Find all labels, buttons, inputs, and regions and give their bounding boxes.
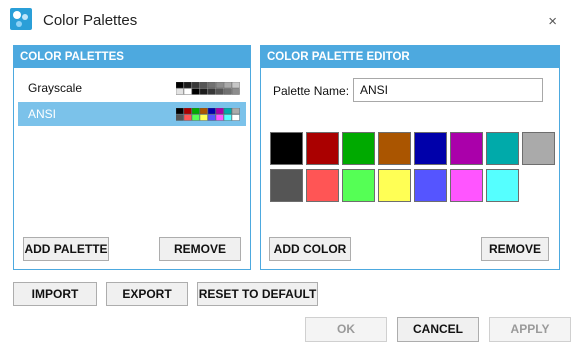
color-swatch[interactable] bbox=[486, 169, 519, 202]
palette-swatch bbox=[176, 82, 184, 89]
color-palettes-header: COLOR PALETTES bbox=[14, 46, 250, 68]
palette-swatch bbox=[199, 88, 208, 95]
cancel-button[interactable]: CANCEL bbox=[397, 317, 479, 342]
palette-swatch bbox=[191, 108, 200, 115]
color-swatch[interactable] bbox=[378, 169, 411, 202]
color-swatch[interactable] bbox=[450, 132, 483, 165]
add-color-button[interactable]: ADD COLOR bbox=[269, 237, 351, 261]
palette-swatch bbox=[199, 114, 208, 121]
import-button[interactable]: IMPORT bbox=[13, 282, 97, 306]
palette-swatch bbox=[207, 88, 216, 95]
color-swatch[interactable] bbox=[450, 169, 483, 202]
color-swatch[interactable] bbox=[486, 132, 519, 165]
palette-swatch bbox=[215, 82, 224, 89]
palette-swatch bbox=[207, 108, 216, 115]
title-bar: Color Palettes × bbox=[0, 0, 573, 40]
palette-swatch bbox=[183, 88, 192, 95]
palette-swatch bbox=[207, 82, 216, 89]
palette-swatch bbox=[231, 88, 240, 95]
export-button[interactable]: EXPORT bbox=[106, 282, 188, 306]
palette-swatch bbox=[199, 108, 208, 115]
palette-swatch bbox=[215, 114, 224, 121]
color-swatch[interactable] bbox=[414, 132, 447, 165]
remove-color-button[interactable]: REMOVE bbox=[481, 237, 549, 261]
color-swatch[interactable] bbox=[522, 132, 555, 165]
remove-palette-button[interactable]: REMOVE bbox=[159, 237, 241, 261]
palette-swatch bbox=[207, 114, 216, 121]
palette-swatch bbox=[176, 114, 184, 121]
palette-item-label: ANSI bbox=[28, 107, 57, 121]
palette-swatch-preview bbox=[176, 108, 240, 121]
palette-name-label: Palette Name: bbox=[273, 84, 350, 98]
palette-swatch bbox=[176, 88, 184, 95]
color-palette-editor-panel: COLOR PALETTE EDITOR Palette Name: ANSI … bbox=[260, 45, 560, 270]
palette-swatch bbox=[215, 88, 224, 95]
apply-button[interactable]: APPLY bbox=[489, 317, 571, 342]
palette-swatch bbox=[231, 108, 240, 115]
palette-swatch bbox=[183, 108, 192, 115]
palette-swatch bbox=[199, 82, 208, 89]
add-palette-button[interactable]: ADD PALETTE bbox=[23, 237, 109, 261]
palette-swatch bbox=[231, 114, 240, 121]
color-swatch[interactable] bbox=[270, 169, 303, 202]
color-swatch[interactable] bbox=[414, 169, 447, 202]
color-swatch[interactable] bbox=[342, 169, 375, 202]
color-swatch[interactable] bbox=[306, 169, 339, 202]
palette-swatch bbox=[223, 82, 232, 89]
palette-swatch bbox=[191, 88, 200, 95]
palette-swatch bbox=[231, 82, 240, 89]
palette-app-icon bbox=[10, 8, 32, 30]
color-palette-editor-header: COLOR PALETTE EDITOR bbox=[261, 46, 559, 68]
palette-swatch bbox=[191, 82, 200, 89]
palette-swatch bbox=[176, 108, 184, 115]
palette-swatch bbox=[223, 114, 232, 121]
palette-list-item[interactable]: Grayscale bbox=[18, 76, 246, 100]
palette-swatch bbox=[183, 82, 192, 89]
ok-button[interactable]: OK bbox=[305, 317, 387, 342]
palette-item-label: Grayscale bbox=[28, 81, 83, 95]
palette-swatch bbox=[191, 114, 200, 121]
color-swatch[interactable] bbox=[270, 132, 303, 165]
palette-list-item[interactable]: ANSI bbox=[18, 102, 246, 126]
palette-swatch-preview bbox=[176, 82, 240, 95]
close-icon[interactable]: × bbox=[548, 13, 557, 30]
palette-list: Grayscale ANSI bbox=[14, 76, 250, 128]
palette-swatch bbox=[215, 108, 224, 115]
color-swatch[interactable] bbox=[378, 132, 411, 165]
reset-to-default-button[interactable]: RESET TO DEFAULT bbox=[197, 282, 318, 306]
palette-swatch bbox=[183, 114, 192, 121]
palette-swatch bbox=[223, 88, 232, 95]
color-swatch[interactable] bbox=[342, 132, 375, 165]
palette-name-input[interactable]: ANSI bbox=[353, 78, 543, 102]
window-title: Color Palettes bbox=[43, 12, 138, 29]
palette-swatch bbox=[223, 108, 232, 115]
color-swatch[interactable] bbox=[306, 132, 339, 165]
color-palettes-panel: COLOR PALETTES Grayscale ANSI ADD PALETTE… bbox=[13, 45, 251, 270]
